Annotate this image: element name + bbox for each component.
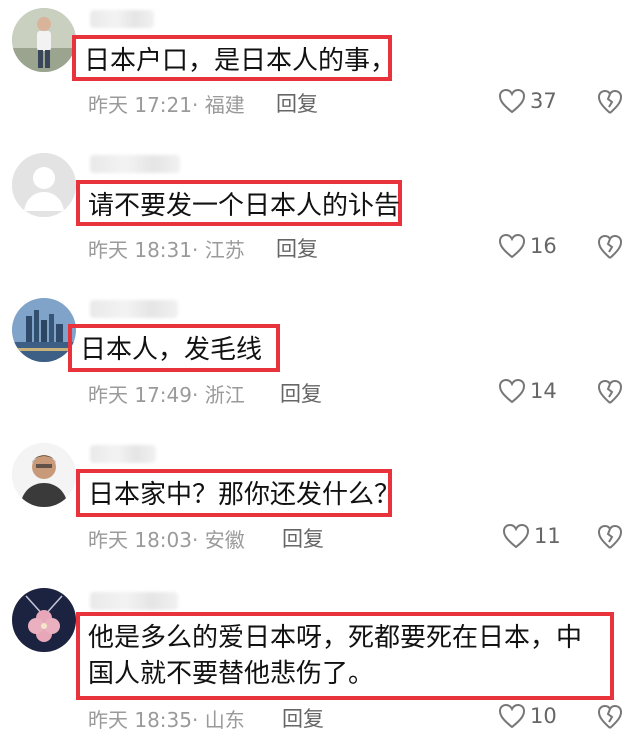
comment-text[interactable]: 日本户口，是日本人的事， <box>72 35 396 81</box>
man-portrait-avatar-icon <box>12 443 76 507</box>
avatar[interactable] <box>12 8 76 72</box>
like-button[interactable]: 37 <box>498 88 557 114</box>
like-count: 11 <box>534 524 561 548</box>
reply-button[interactable]: 回复 <box>280 378 322 408</box>
heart-outline-icon <box>498 233 526 259</box>
comment-location: 山东 <box>204 708 245 732</box>
dislike-button[interactable] <box>597 524 623 550</box>
avatar[interactable] <box>12 298 76 362</box>
reply-button[interactable]: 回复 <box>276 233 318 263</box>
dislike-button[interactable] <box>597 704 623 730</box>
dislike-button[interactable] <box>597 379 623 405</box>
comment-time: 昨天 17:21 <box>88 93 192 117</box>
comment-location: 安徽 <box>204 528 245 552</box>
broken-heart-icon <box>597 524 623 549</box>
broken-heart-icon <box>597 379 623 404</box>
comment-location: 江苏 <box>204 238 245 262</box>
like-count: 10 <box>530 704 557 728</box>
heart-outline-icon <box>498 378 526 404</box>
comment-meta: 昨天 17:49· 浙江 <box>88 383 245 407</box>
clover-pendant-avatar-icon <box>12 588 76 652</box>
reply-button[interactable]: 回复 <box>282 523 324 553</box>
heart-outline-icon <box>502 523 530 549</box>
comment-text[interactable]: 日本家中？那你还发什么？ <box>76 469 400 517</box>
reply-button[interactable]: 回复 <box>282 703 324 733</box>
like-button[interactable]: 10 <box>498 703 557 729</box>
dislike-button[interactable] <box>597 89 623 115</box>
like-button[interactable]: 11 <box>502 523 561 549</box>
comment-meta: 昨天 17:21· 福建 <box>88 93 245 117</box>
default-gray-avatar-icon <box>12 153 76 217</box>
username-blurred[interactable] <box>90 155 180 173</box>
comment-location: 福建 <box>204 93 245 117</box>
person-standing-avatar-icon <box>12 8 76 72</box>
dislike-button[interactable] <box>597 234 623 260</box>
broken-heart-icon <box>597 234 623 259</box>
like-button[interactable]: 14 <box>498 378 557 404</box>
city-skyline-avatar-icon <box>12 298 76 362</box>
comment-text[interactable]: 他是多么的爱日本呀，死都要死在日本，中国人就不要替他悲伤了。 <box>76 612 614 700</box>
username-blurred[interactable] <box>90 592 178 610</box>
username-blurred[interactable] <box>90 300 178 318</box>
like-button[interactable]: 16 <box>498 233 557 259</box>
comment-time: 昨天 18:31 <box>88 238 192 262</box>
broken-heart-icon <box>597 704 623 729</box>
comment-text[interactable]: 请不要发一个日本人的讣告 <box>76 180 402 226</box>
heart-outline-icon <box>498 88 526 114</box>
comment-text[interactable]: 日本人，发毛线 <box>68 324 280 372</box>
comment-time: 昨天 18:03 <box>88 528 192 552</box>
broken-heart-icon <box>597 89 623 114</box>
like-count: 14 <box>530 379 557 403</box>
username-blurred[interactable] <box>90 445 156 463</box>
like-count: 16 <box>530 234 557 258</box>
comment-meta: 昨天 18:31· 江苏 <box>88 238 245 262</box>
comment-time: 昨天 18:35 <box>88 708 192 732</box>
comment-location: 浙江 <box>204 383 245 407</box>
comment-meta: 昨天 18:35· 山东 <box>88 708 245 732</box>
like-count: 37 <box>530 89 557 113</box>
heart-outline-icon <box>498 703 526 729</box>
comment-meta: 昨天 18:03· 安徽 <box>88 528 245 552</box>
reply-button[interactable]: 回复 <box>276 88 318 118</box>
avatar[interactable] <box>12 588 76 652</box>
comment-time: 昨天 17:49 <box>88 383 192 407</box>
username-blurred[interactable] <box>90 10 154 28</box>
avatar[interactable] <box>12 153 76 217</box>
avatar[interactable] <box>12 443 76 507</box>
